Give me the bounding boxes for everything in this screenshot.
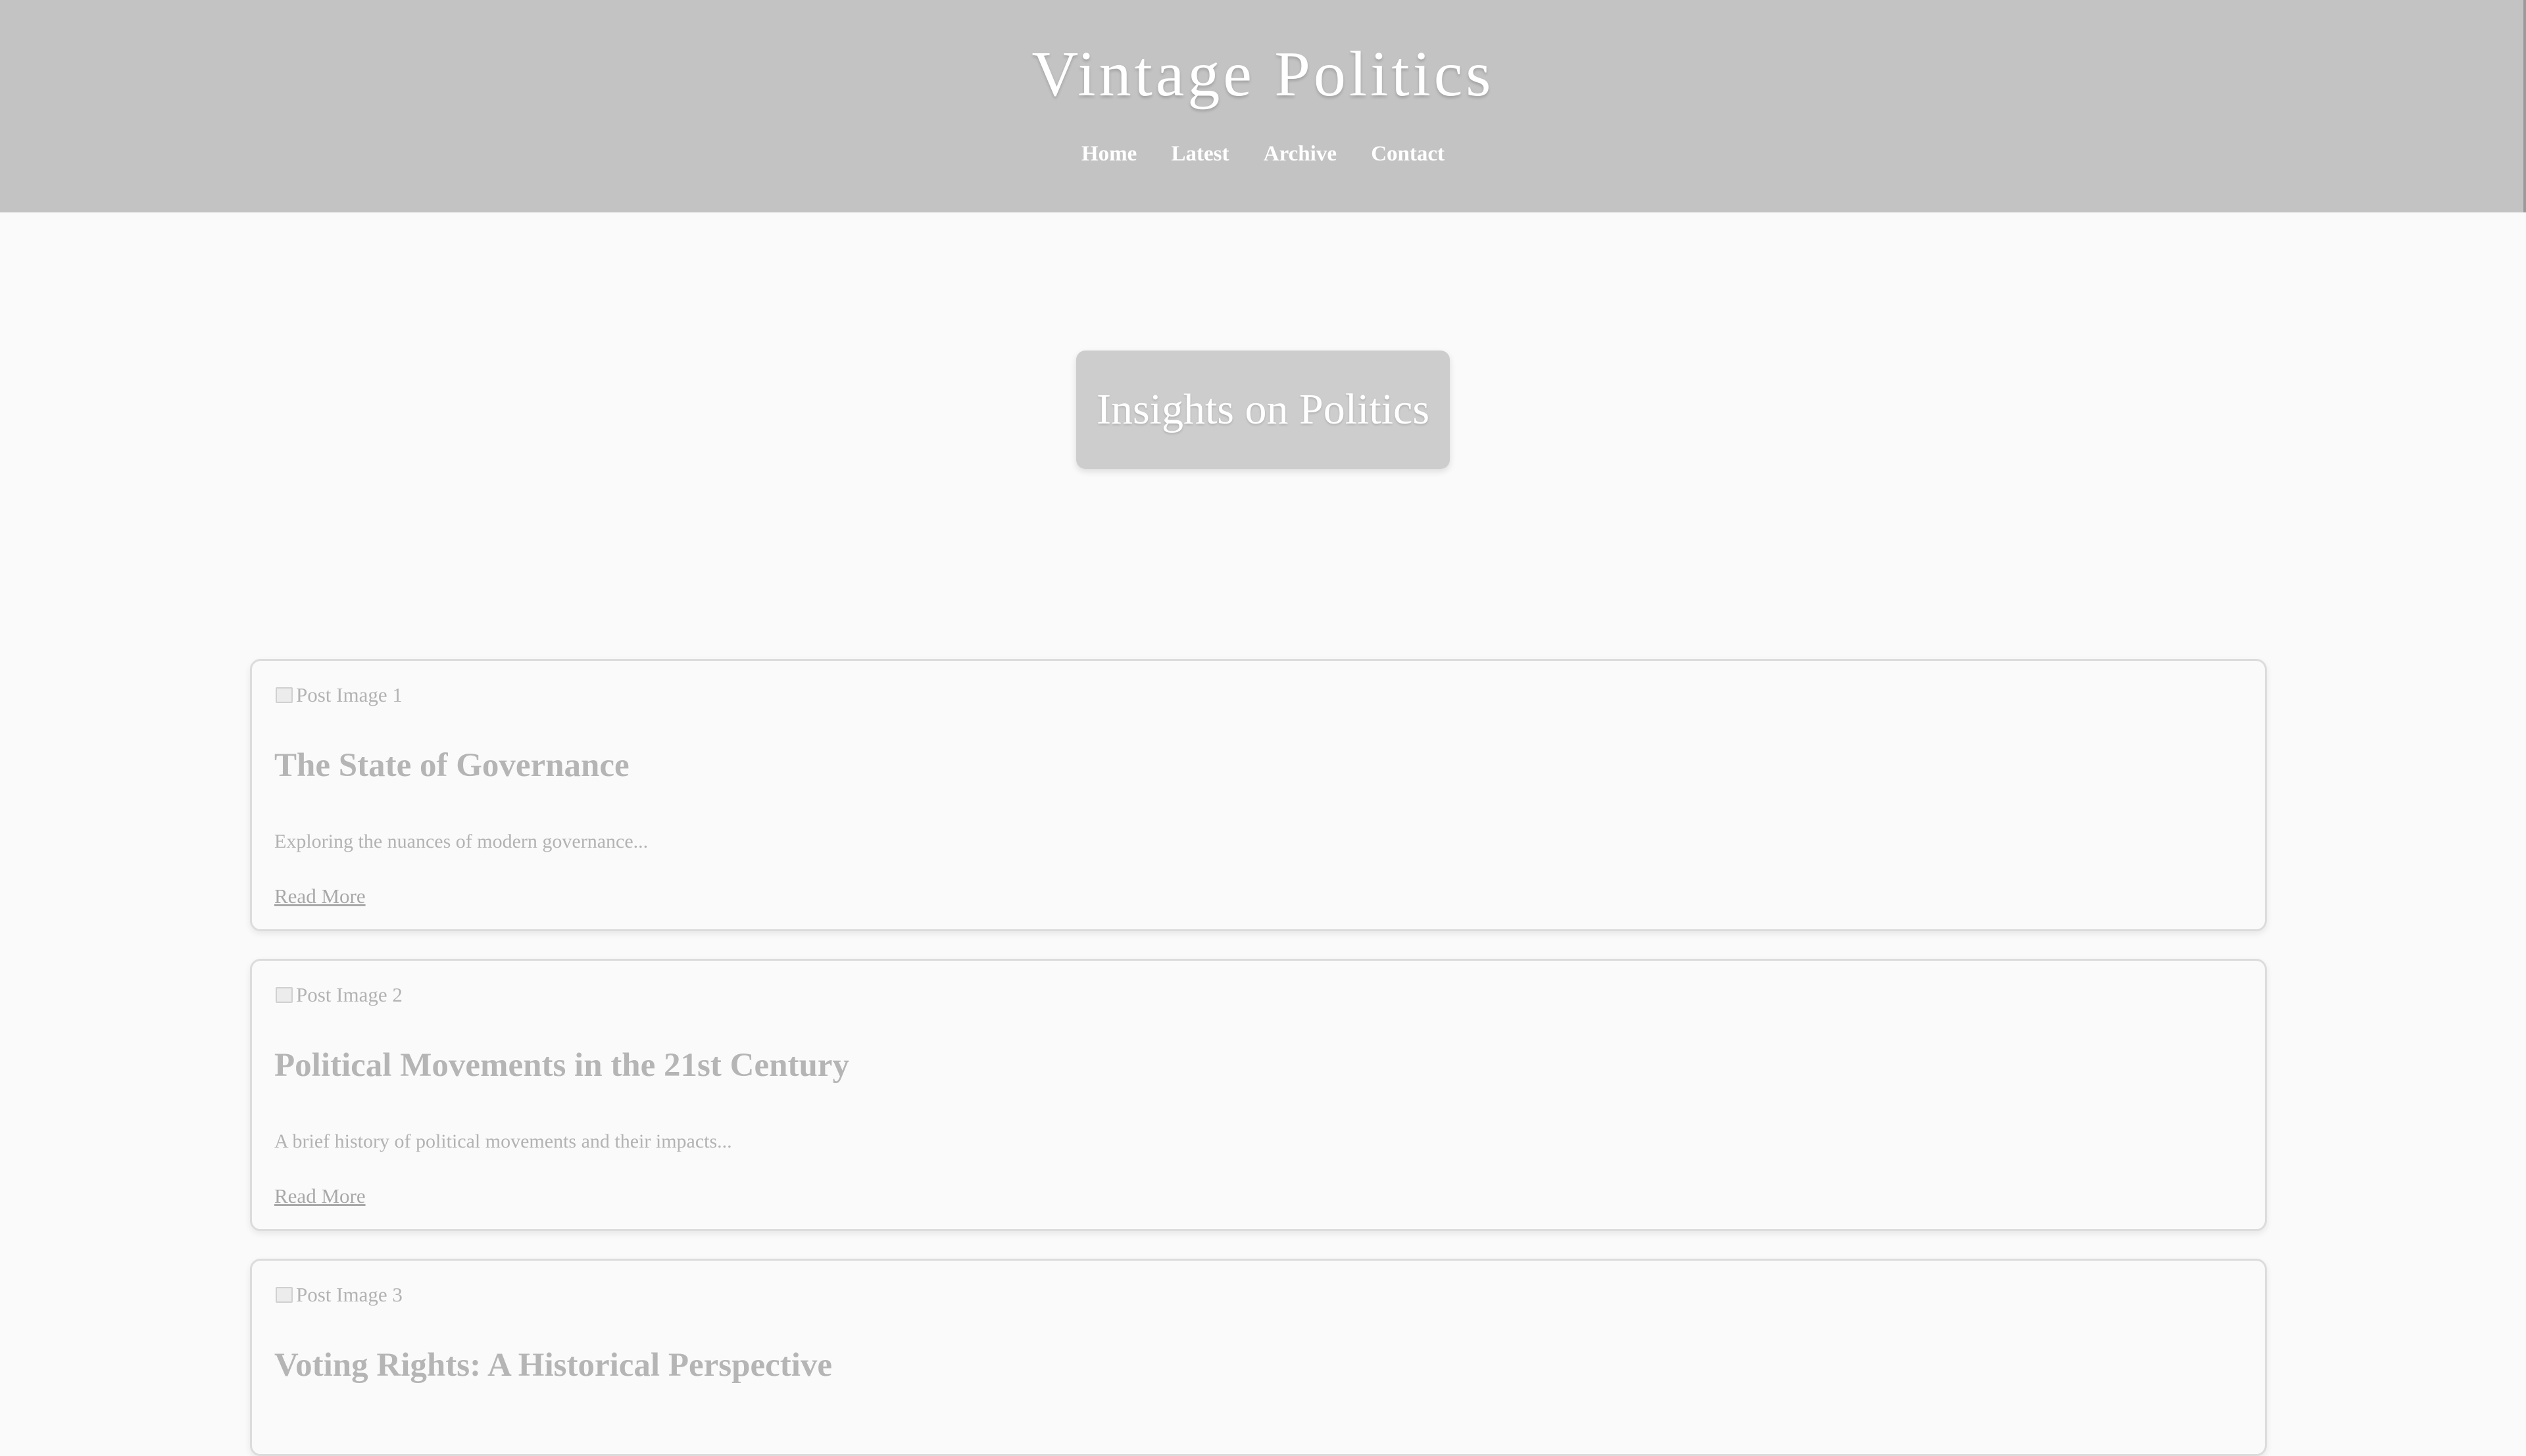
- nav-contact-link[interactable]: Contact: [1371, 142, 1445, 166]
- hero-banner: Insights on Politics: [1076, 351, 1450, 469]
- broken-image-icon: [274, 685, 294, 705]
- post-excerpt: A brief history of political movements a…: [274, 1130, 732, 1152]
- main-nav: Home Latest Archive Contact: [0, 142, 2526, 166]
- post-image-alt: Post Image 2: [296, 983, 403, 1006]
- post-image-alt: Post Image 3: [296, 1283, 403, 1306]
- post-title: Voting Rights: A Historical Perspective: [274, 1347, 833, 1384]
- post-excerpt: Exploring the nuances of modern governan…: [274, 831, 649, 852]
- read-more-link[interactable]: Read More: [274, 885, 366, 908]
- post-card: Post Image 3 Voting Rights: A Historical…: [250, 1259, 2267, 1456]
- read-more-link[interactable]: Read More: [274, 1184, 366, 1208]
- post-image-alt: Post Image 1: [296, 683, 403, 706]
- post-image: Post Image 2: [274, 983, 403, 1007]
- hero-title: Insights on Politics: [1096, 385, 1430, 433]
- nav-home-link[interactable]: Home: [1081, 142, 1137, 166]
- site-header: Vintage Politics Home Latest Archive Con…: [0, 0, 2526, 212]
- nav-latest-link[interactable]: Latest: [1172, 142, 1229, 166]
- nav-archive-link[interactable]: Archive: [1264, 142, 1337, 166]
- post-image: Post Image 1: [274, 683, 403, 707]
- broken-image-icon: [274, 1285, 294, 1305]
- post-title: The State of Governance: [274, 747, 630, 784]
- post-card: Post Image 2 Political Movements in the …: [250, 959, 2267, 1231]
- post-card: Post Image 1 The State of Governance Exp…: [250, 659, 2267, 931]
- site-title: Vintage Politics: [1031, 39, 1495, 110]
- post-image: Post Image 3: [274, 1283, 403, 1307]
- broken-image-icon: [274, 985, 294, 1005]
- post-title: Political Movements in the 21st Century: [274, 1047, 849, 1084]
